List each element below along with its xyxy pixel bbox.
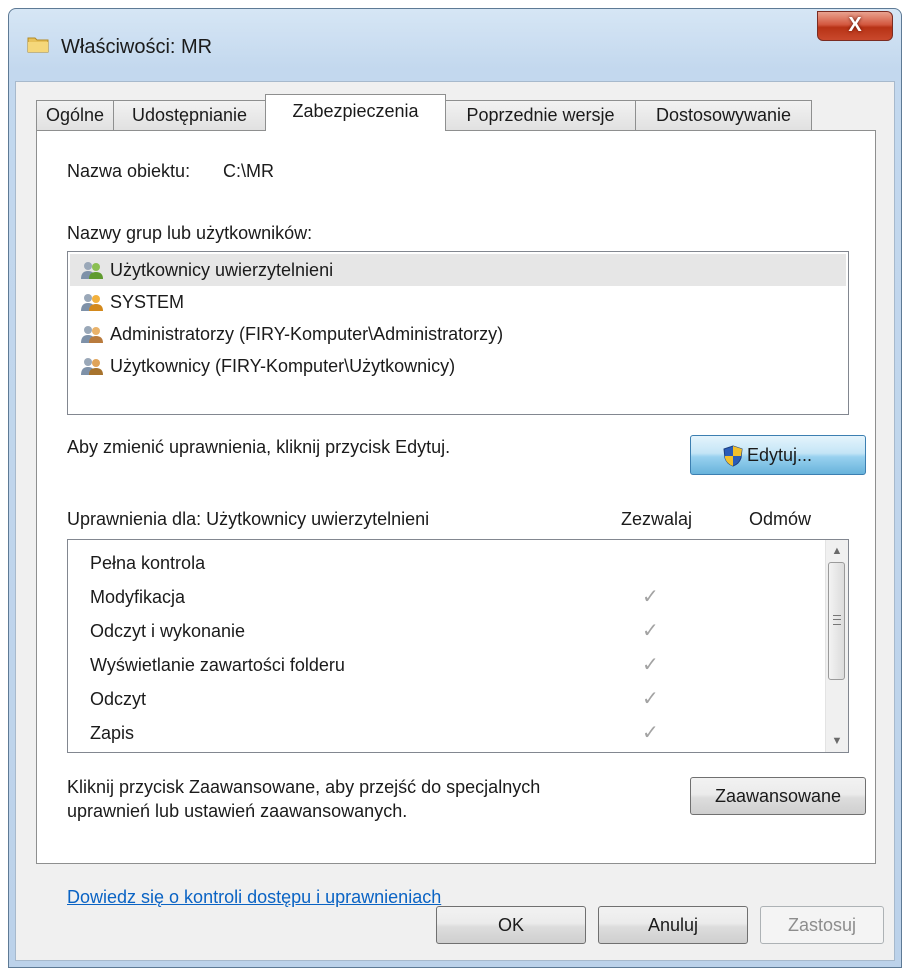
cancel-button[interactable]: Anuluj: [598, 906, 748, 944]
permissions-header: Uprawnienia dla: Użytkownicy uwierzyteln…: [67, 509, 430, 529]
tab-previous-versions[interactable]: Poprzednie wersje: [445, 100, 636, 130]
access-control-help-link[interactable]: Dowiedz się o kontroli dostępu i uprawni…: [67, 887, 441, 908]
apply-button: Zastosuj: [760, 906, 884, 944]
permission-row: Modyfikacja ✓: [68, 580, 828, 614]
tab-security[interactable]: Zabezpieczenia: [265, 94, 446, 131]
group-item[interactable]: Użytkownicy (FIRY-Komputer\Użytkownicy): [70, 350, 846, 382]
dialog-client-area: Ogólne Udostępnianie Zabezpieczenia Popr…: [15, 81, 895, 961]
user-group-icon: [81, 262, 103, 279]
advanced-hint-line1: Kliknij przycisk Zaawansowane, aby przej…: [67, 777, 541, 797]
permissions-list[interactable]: Pełna kontrola Modyfikacja ✓ Odczyt i wyk…: [67, 539, 849, 753]
advanced-hint-line2: uprawnień lub ustawień zaawansowanych.: [67, 801, 408, 821]
edit-button[interactable]: Edytuj...: [690, 435, 866, 475]
group-item-label: Administratorzy (FIRY-Komputer\Administr…: [110, 324, 504, 344]
folder-icon: [27, 37, 49, 53]
close-icon: X: [848, 14, 862, 36]
user-group-icon: [81, 358, 103, 375]
permission-label: Wyświetlanie zawartości folderu: [90, 655, 345, 675]
title-bar[interactable]: Właściwości: MR X: [9, 9, 901, 81]
window-title: Właściwości: MR: [61, 36, 213, 58]
checkmark-icon: ✓: [642, 688, 659, 710]
checkmark-icon: ✓: [642, 654, 659, 676]
security-tab-panel: Nazwa obiektu: C:\MR Nazwy grup lub użyt…: [36, 130, 876, 907]
allow-column-header: Zezwalaj: [621, 509, 693, 529]
group-item[interactable]: SYSTEM: [70, 286, 846, 318]
group-item[interactable]: Administratorzy (FIRY-Komputer\Administr…: [70, 318, 846, 350]
checkmark-icon: ✓: [642, 722, 659, 744]
user-group-icon: [81, 326, 103, 343]
tab-sharing[interactable]: Udostępnianie: [113, 100, 266, 130]
scroll-thumb[interactable]: [828, 562, 845, 680]
scroll-down-icon[interactable]: ▼: [826, 730, 848, 752]
edit-button-label: Edytuj...: [747, 445, 813, 465]
uac-shield-icon: [723, 445, 743, 467]
permission-row: Wyświetlanie zawartości folderu ✓: [68, 648, 828, 682]
group-item-label: Użytkownicy (FIRY-Komputer\Użytkownicy): [110, 356, 456, 376]
grip-icon: [833, 615, 841, 625]
group-item[interactable]: Użytkownicy uwierzytelnieni: [70, 254, 846, 286]
group-item-label: Użytkownicy uwierzytelnieni: [110, 260, 334, 280]
permission-label: Odczyt i wykonanie: [90, 621, 246, 641]
permission-row: Zapis ✓: [68, 716, 828, 750]
permission-row: Odczyt i wykonanie ✓: [68, 614, 828, 648]
checkmark-icon: ✓: [642, 586, 659, 608]
close-button[interactable]: X: [817, 11, 893, 41]
group-item-label: SYSTEM: [110, 292, 185, 312]
advanced-button[interactable]: Zaawansowane: [690, 777, 866, 815]
scroll-up-icon[interactable]: ▲: [826, 540, 848, 562]
properties-dialog: Właściwości: MR X Ogólne Udostępnianie Z…: [8, 8, 902, 968]
permission-row: Pełna kontrola: [68, 546, 828, 580]
object-name-value: C:\MR: [223, 161, 274, 181]
user-group-icon: [81, 294, 103, 311]
groups-listbox[interactable]: Użytkownicy uwierzytelnieni SYSTEM Admin…: [67, 251, 849, 415]
deny-column-header: Odmów: [749, 509, 812, 529]
permissions-scrollbar[interactable]: ▲ ▼: [825, 540, 848, 752]
permission-row: Odczyt ✓: [68, 682, 828, 716]
groups-label: Nazwy grup lub użytkowników:: [67, 223, 313, 243]
ok-button[interactable]: OK: [436, 906, 586, 944]
object-name-label: Nazwa obiektu:: [67, 161, 191, 181]
permission-label: Odczyt: [90, 689, 147, 709]
permission-label: Pełna kontrola: [90, 553, 206, 573]
permission-label: Modyfikacja: [90, 587, 186, 607]
edit-hint: Aby zmienić uprawnienia, kliknij przycis…: [67, 437, 451, 457]
tab-customize[interactable]: Dostosowywanie: [635, 100, 812, 130]
tab-general[interactable]: Ogólne: [36, 100, 114, 130]
permission-label: Zapis: [90, 723, 135, 743]
checkmark-icon: ✓: [642, 620, 659, 642]
